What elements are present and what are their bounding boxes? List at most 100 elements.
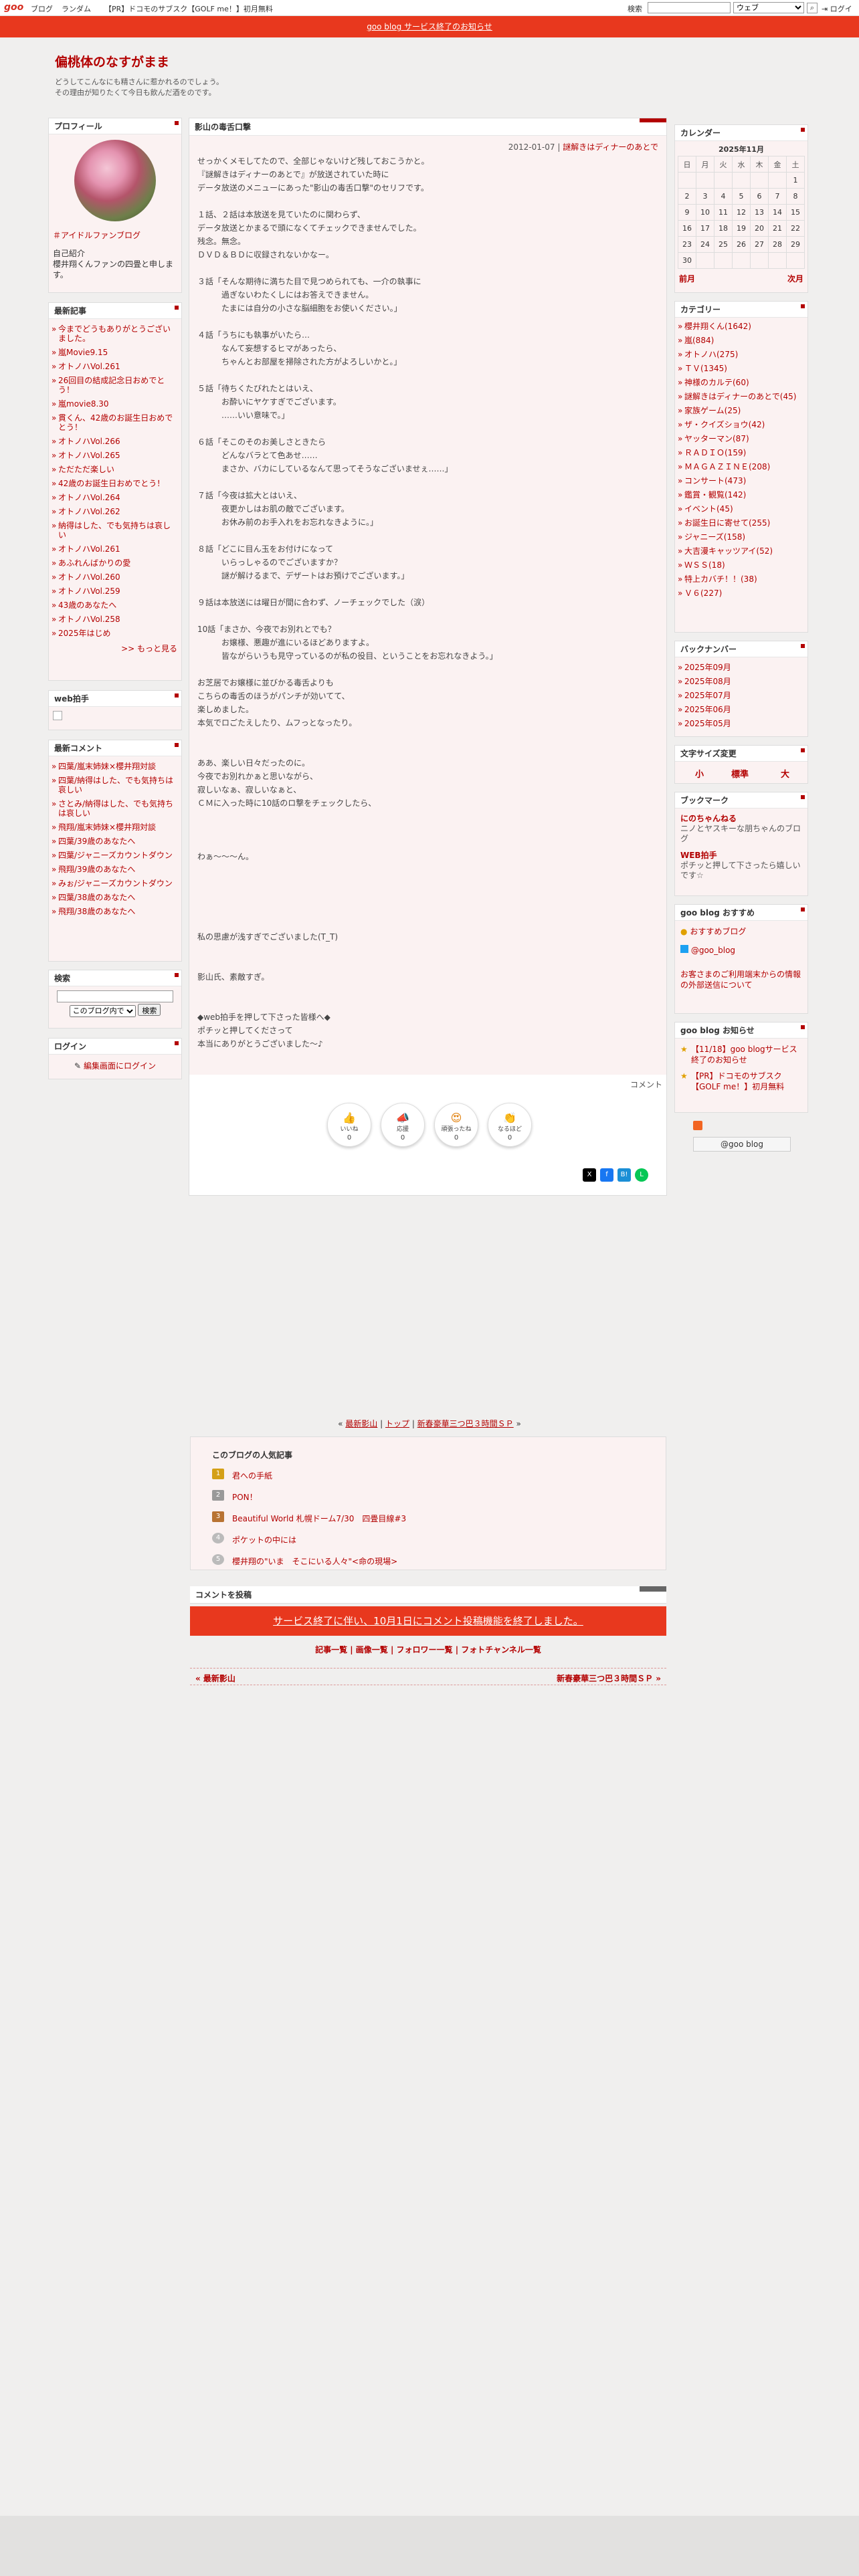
reaction-cheer-button[interactable]: 📣 応援 0 xyxy=(381,1103,425,1147)
recent-comment-link[interactable]: 四葉/39歳のあなたへ xyxy=(50,834,180,848)
blog-search-input[interactable] xyxy=(57,990,173,1002)
calendar-next-month-link[interactable]: 次月 xyxy=(787,273,803,284)
bookmark-link[interactable]: WEB拍手 xyxy=(680,851,802,861)
recent-post-link[interactable]: 43歳のあなたへ xyxy=(50,598,180,612)
share-hatena-icon[interactable]: B! xyxy=(617,1168,631,1182)
recent-comment-link[interactable]: 飛翔/38歳のあなたへ xyxy=(50,904,180,918)
nav-next-link[interactable]: 新春豪華三つ巴３時間ＳＰ xyxy=(417,1419,514,1428)
blog-search-scope-select[interactable]: このブログ内で xyxy=(69,1005,136,1017)
category-link[interactable]: ザ・クイズショウ(42) xyxy=(676,417,806,431)
recent-post-link[interactable]: 嵐Movie9.15 xyxy=(50,345,180,359)
category-link[interactable]: 謎解きはディナーのあとで(45) xyxy=(676,389,806,403)
category-link[interactable]: ＲＡＤＩＯ(159) xyxy=(676,445,806,459)
backnumber-link[interactable]: 2025年05月 xyxy=(676,716,806,730)
edit-login-link[interactable]: 編集画面にログイン xyxy=(84,1061,156,1071)
popular-post-link[interactable]: 4 ポケットの中には xyxy=(212,1533,644,1555)
share-facebook-icon[interactable]: f xyxy=(600,1168,613,1182)
font-size-normal-button[interactable]: 標準 xyxy=(731,767,749,780)
recent-comment-link[interactable]: 飛翔/39歳のあなたへ xyxy=(50,862,180,876)
backnumber-link[interactable]: 2025年06月 xyxy=(676,702,806,716)
category-link[interactable]: ヤッターマン(87) xyxy=(676,431,806,445)
recent-more-link[interactable]: >> もっと見る xyxy=(50,640,180,654)
category-link[interactable]: コンサート(473) xyxy=(676,473,806,488)
popular-post-link[interactable]: 2 PON！ xyxy=(212,1490,644,1513)
nav-top-link[interactable]: トップ xyxy=(385,1419,409,1428)
prev-post-link[interactable]: « 最新影山 xyxy=(195,1673,235,1684)
comment-closed-link[interactable]: サービス終了に伴い、10月1日にコメント投稿機能を終了しました。 xyxy=(273,1615,583,1627)
font-size-large-button[interactable]: 大 xyxy=(781,767,789,780)
recent-post-link[interactable]: オトノハVol.258 xyxy=(50,612,180,626)
category-link[interactable]: お誕生日に寄せて(255) xyxy=(676,516,806,530)
reaction-good-job-button[interactable]: 😍 頑張ったね 0 xyxy=(434,1103,478,1147)
backnumber-link[interactable]: 2025年09月 xyxy=(676,660,806,674)
gbar-search-select[interactable]: ウェブ xyxy=(733,2,804,13)
calendar-prev-month-link[interactable]: 前月 xyxy=(679,273,695,284)
recent-post-link[interactable]: オトノハVol.259 xyxy=(50,584,180,598)
recent-post-link[interactable]: 42歳のお誕生日おめでとう！ xyxy=(50,476,180,490)
recent-comment-link[interactable]: 四葉/納得はした、でも気持ちは哀しい xyxy=(50,773,180,796)
popular-post-link[interactable]: 1 君への手紙 xyxy=(212,1469,644,1491)
goo-blog-twitter-link[interactable]: @goo_blog xyxy=(680,945,802,956)
gbar-link-blog[interactable]: ブログ xyxy=(31,3,53,14)
recent-comment-link[interactable]: 四葉/ジャニーズカウントダウン xyxy=(50,848,180,862)
category-link[interactable]: ＷＳＳ(18) xyxy=(676,558,806,572)
font-size-small-button[interactable]: 小 xyxy=(695,767,704,780)
backnumber-link[interactable]: 2025年08月 xyxy=(676,674,806,688)
recent-post-link[interactable]: 26回目の結成記念日おめでとう！ xyxy=(50,373,180,397)
backnumber-link[interactable]: 2025年07月 xyxy=(676,688,806,702)
popular-post-link[interactable]: 3 Beautiful World 札幌ドーム7/30 四畳目線#3 xyxy=(212,1511,644,1534)
recent-post-link[interactable]: オトノハVol.261 xyxy=(50,359,180,373)
category-link[interactable]: 家族ゲーム(25) xyxy=(676,403,806,417)
category-link[interactable]: ＭＡＧＡＺＩＮＥ(208) xyxy=(676,459,806,473)
goo-blog-badge[interactable]: @goo blog xyxy=(693,1137,791,1152)
bookmark-link[interactable]: にのちゃんねる xyxy=(680,814,802,824)
next-post-link[interactable]: 新春豪華三つ巴３時間ＳＰ » xyxy=(557,1673,661,1684)
recent-post-link[interactable]: オトノハVol.261 xyxy=(50,542,180,556)
share-x-icon[interactable]: X xyxy=(583,1168,596,1182)
gbar-link-random[interactable]: ランダム xyxy=(62,3,91,14)
recent-post-link[interactable]: オトノハVol.264 xyxy=(50,490,180,504)
recent-comment-link[interactable]: 四葉/嵐末姉妹×櫻井翔対談 xyxy=(50,759,180,773)
goo-news-link[interactable]: ★ 【PR】ドコモのサブスク【GOLF me！】初月無料 xyxy=(680,1071,802,1092)
recent-post-link[interactable]: オトノハVol.265 xyxy=(50,448,180,462)
category-link[interactable]: 大吉漫キャッツアイ(52) xyxy=(676,544,806,558)
blog-search-button[interactable]: 検索 xyxy=(138,1004,161,1016)
recent-post-link[interactable]: 今までどうもありがとうございました。 xyxy=(50,322,180,345)
gbar-search-input[interactable] xyxy=(648,2,731,13)
comment-link[interactable]: コメント xyxy=(630,1079,662,1090)
profile-tag-link[interactable]: ＃アイドルファンブログ xyxy=(53,229,177,241)
recent-post-link[interactable]: 貫くん、42歳のお誕生日おめでとう！ xyxy=(50,411,180,434)
recent-post-link[interactable]: オトノハVol.260 xyxy=(50,570,180,584)
nav-prev-link[interactable]: 最新影山 xyxy=(345,1419,377,1428)
gbar-promo-link[interactable]: 【PR】ドコモのサブスク【GOLF me！】初月無料 xyxy=(104,3,273,14)
category-link[interactable]: ジャニーズ(158) xyxy=(676,530,806,544)
profile-avatar[interactable] xyxy=(74,140,156,221)
recent-post-link[interactable]: ただただ楽しい xyxy=(50,462,180,476)
recent-post-link[interactable]: 嵐movie8.30 xyxy=(50,397,180,411)
post-title[interactable]: 影山の毒舌口撃 xyxy=(189,118,666,136)
blog-title[interactable]: 偏桃体のなすがまま xyxy=(55,52,223,70)
recent-comment-link[interactable]: 四葉/38歳のあなたへ xyxy=(50,890,180,904)
category-link[interactable]: Ｖ６(227) xyxy=(676,586,806,600)
recent-post-link[interactable]: オトノハVol.262 xyxy=(50,504,180,518)
external-data-info-link[interactable]: お客さまのご利用端末からの情報の外部送信について xyxy=(680,969,802,990)
web-clap-image-icon[interactable] xyxy=(53,711,62,720)
goo-news-link[interactable]: ★ 【11/18】goo blogサービス終了のお知らせ xyxy=(680,1044,802,1065)
reaction-i-see-button[interactable]: 👏 なるほど 0 xyxy=(488,1103,532,1147)
recent-post-link[interactable]: 2025年はじめ xyxy=(50,626,180,640)
category-link[interactable]: 鑑賞・観覧(142) xyxy=(676,488,806,502)
bottom-links[interactable]: 記事一覧 | 画像一覧 | フォロワー一覧 | フォトチャンネル一覧 xyxy=(190,1644,666,1655)
category-link[interactable]: 神様のカルテ(60) xyxy=(676,375,806,389)
search-icon[interactable]: ⌕ xyxy=(807,3,818,13)
reaction-like-button[interactable]: 👍 いいね 0 xyxy=(327,1103,371,1147)
category-link[interactable]: 櫻井翔くん(1642) xyxy=(676,319,806,333)
category-link[interactable]: 嵐(884) xyxy=(676,333,806,347)
service-end-notice-link[interactable]: goo blog サービス終了のお知らせ xyxy=(367,22,492,31)
category-link[interactable]: イベント(45) xyxy=(676,502,806,516)
share-line-icon[interactable]: L xyxy=(635,1168,648,1182)
category-link[interactable]: オトノハ(275) xyxy=(676,347,806,361)
recent-comment-link[interactable]: さとみ/納得はした、でも気持ちは哀しい xyxy=(50,796,180,820)
recent-post-link[interactable]: オトノハVol.266 xyxy=(50,434,180,448)
goo-logo[interactable]: goo xyxy=(4,2,23,13)
category-link[interactable]: ＴＶ(1345) xyxy=(676,361,806,375)
